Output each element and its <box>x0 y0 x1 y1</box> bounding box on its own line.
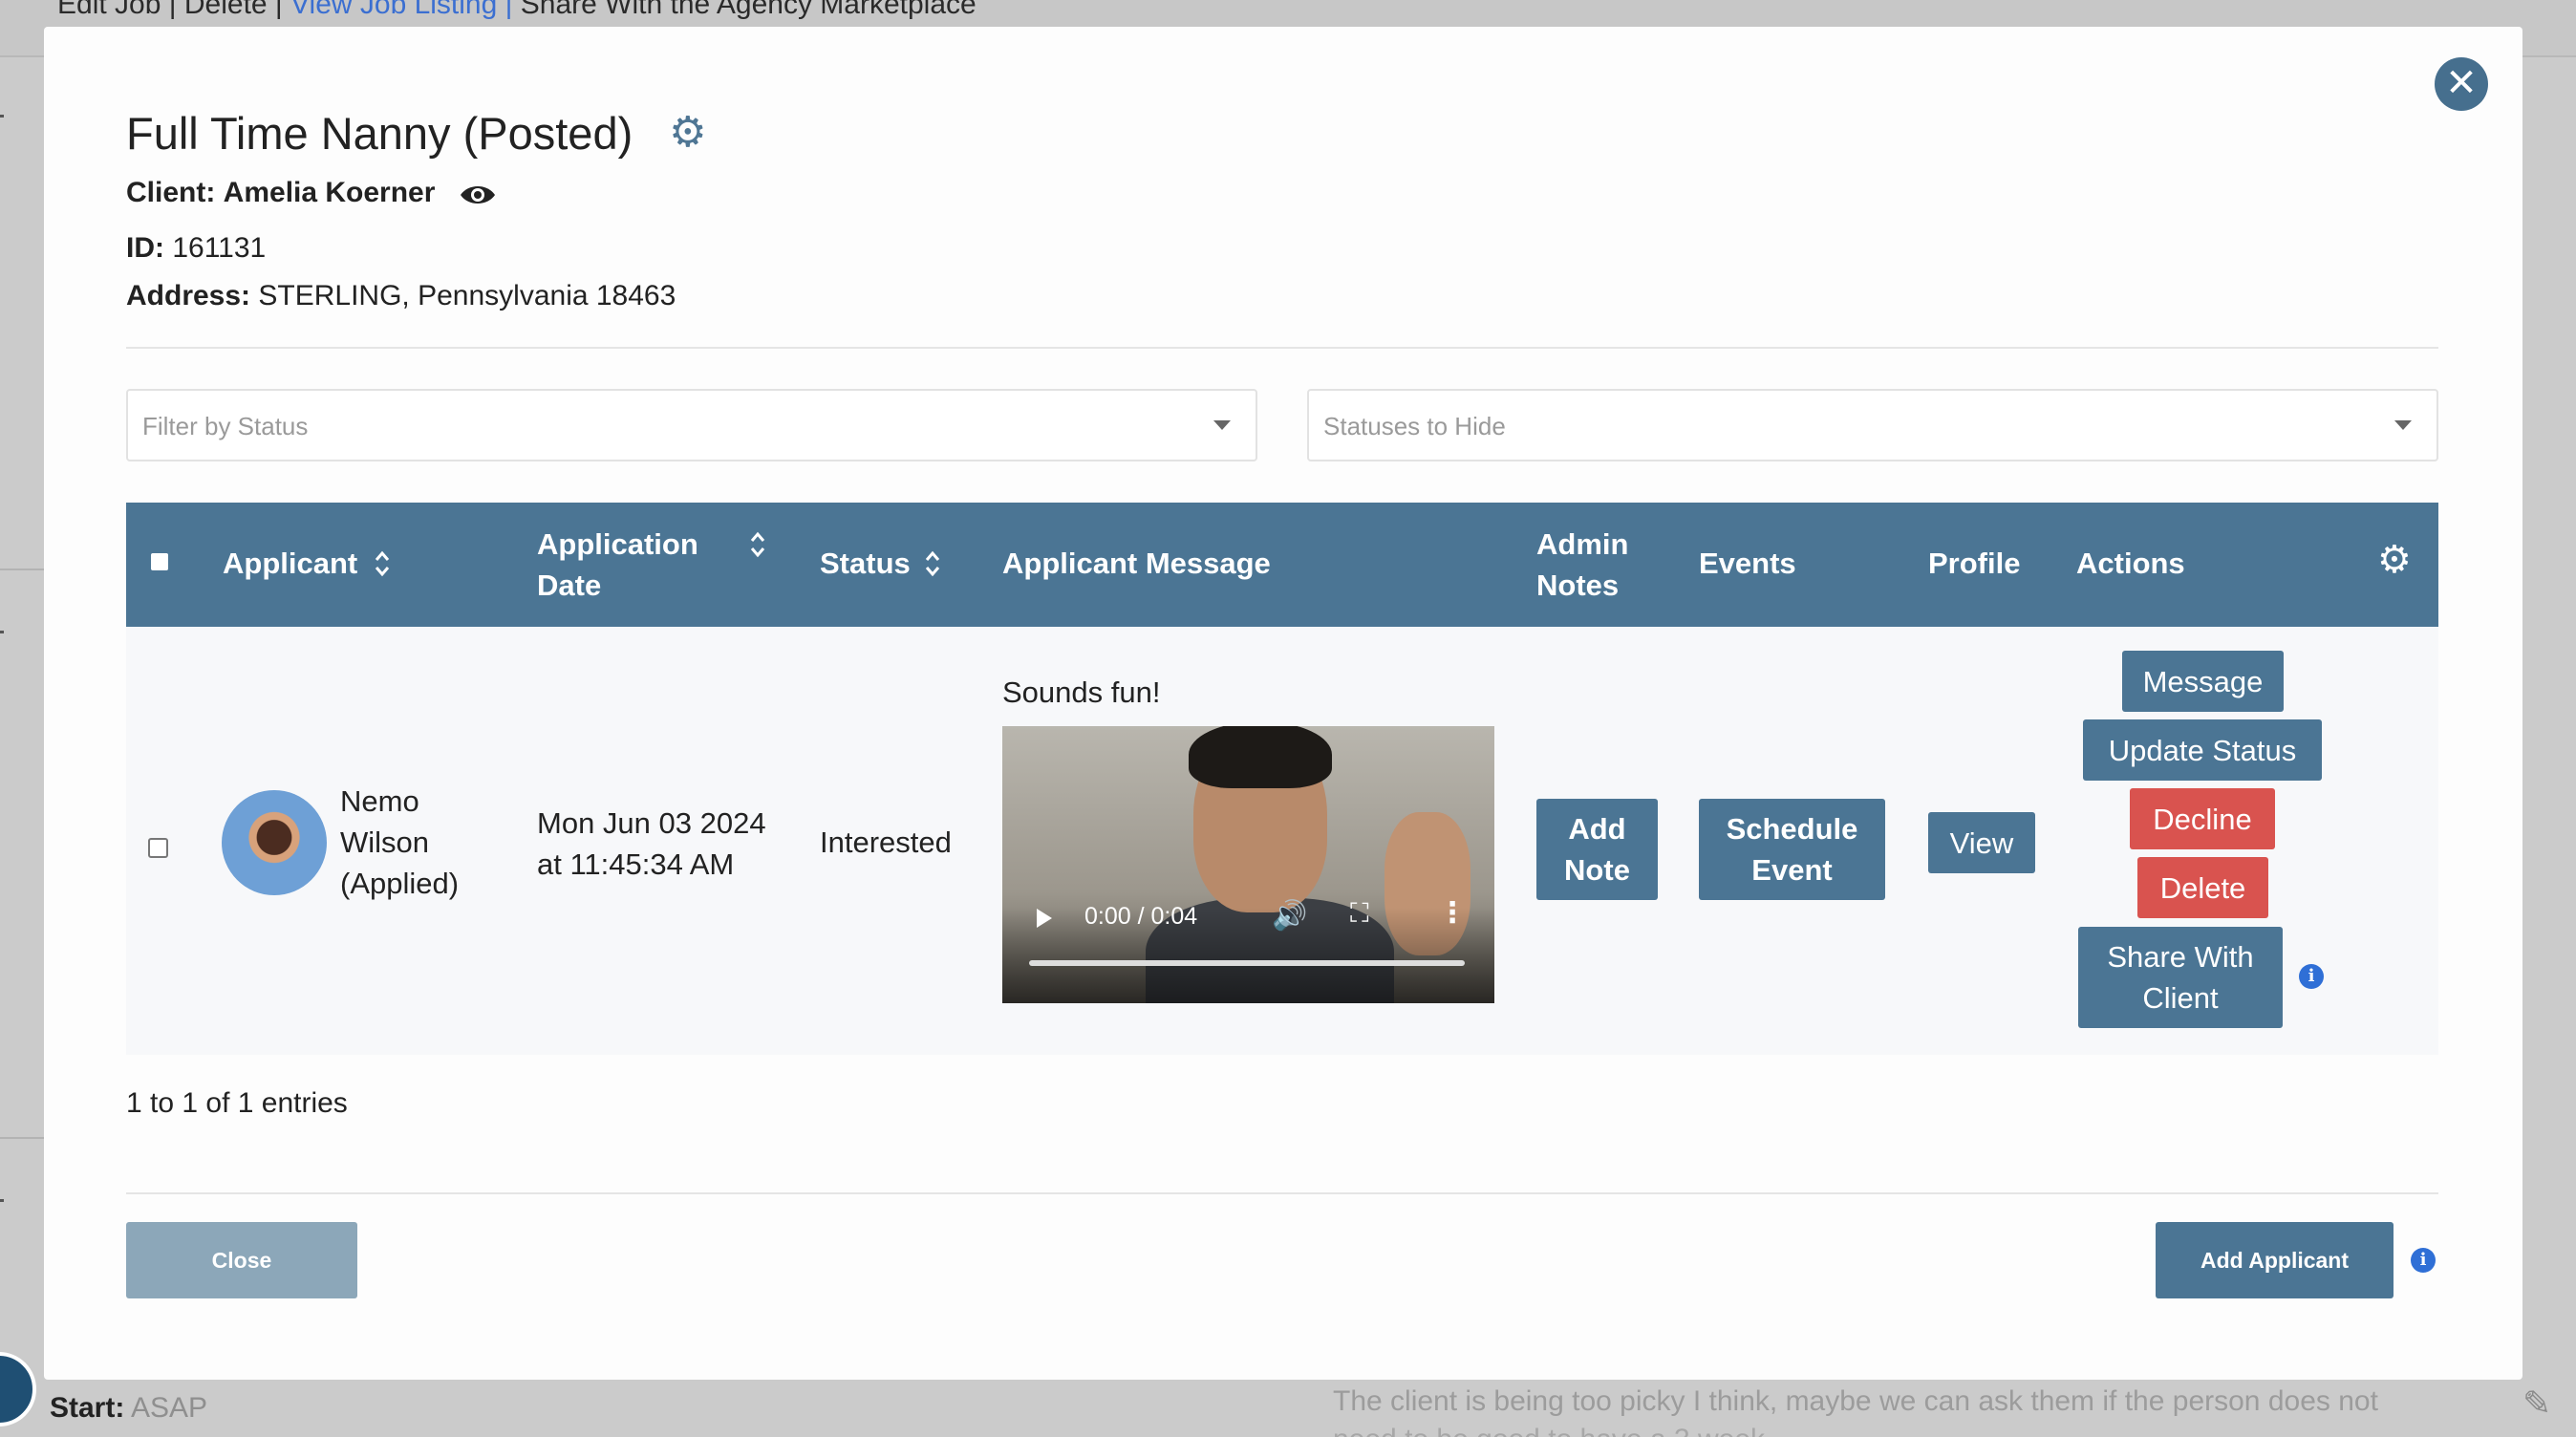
header-profile: Profile <box>1928 547 2021 580</box>
start-label: Start: <box>50 1392 125 1424</box>
applicant-name-l3: (Applied) <box>340 867 460 900</box>
application-date: Mon Jun 03 2024 at 11:45:34 AM <box>537 803 766 885</box>
applicant-name[interactable]: Nemo Wilson (Applied) <box>340 781 459 904</box>
pencil-icon[interactable]: ✎ <box>2522 1383 2551 1424</box>
background-tick <box>0 1199 4 1202</box>
address-line: Address: STERLING, Pennsylvania 18463 <box>126 280 676 312</box>
delete-button[interactable]: Delete <box>2137 857 2268 918</box>
client-line: Client: Amelia Koerner <box>126 177 435 209</box>
header-application-date-l1: Application <box>537 527 698 561</box>
share-with-client-button[interactable]: Share With Client <box>2078 927 2283 1028</box>
applicant-video[interactable]: 0:00 / 0:04 🔊 ⛶ ⋮ <box>1002 726 1494 1003</box>
address-label: Address: <box>126 280 251 311</box>
background-note: The client is being too picky I think, m… <box>1333 1385 2378 1417</box>
application-date-l1: Mon Jun 03 2024 <box>537 806 766 840</box>
job-title: Full Time Nanny (Posted) <box>126 108 633 159</box>
id-value: 161131 <box>172 232 267 264</box>
view-job-listing-link[interactable]: View Job Listing <box>290 0 497 20</box>
volume-icon[interactable]: 🔊 <box>1272 899 1307 933</box>
share-with-client-l2: Client <box>2142 981 2219 1015</box>
header-events: Events <box>1699 547 1796 580</box>
header-application-date-l2: Date <box>537 568 602 602</box>
footer-divider <box>126 1192 2438 1194</box>
background-tick <box>0 115 4 118</box>
application-date-l2: at 11:45:34 AM <box>537 847 735 881</box>
eye-icon[interactable] <box>459 182 497 208</box>
client-label: Client: <box>126 177 216 208</box>
applicant-message: Sounds fun! <box>1002 676 1161 709</box>
share-marketplace-link[interactable]: Share With the Agency Marketplace <box>521 0 977 20</box>
add-note-button[interactable]: Add Note <box>1536 799 1658 900</box>
background-divider <box>0 568 44 570</box>
add-applicant-button[interactable]: Add Applicant <box>2156 1222 2394 1298</box>
header-admin-notes: Admin Notes <box>1536 524 1628 606</box>
filter-by-status-select[interactable]: Filter by Status <box>126 389 1257 461</box>
schedule-event-l1: Schedule <box>1726 812 1858 846</box>
background-divider <box>0 1137 44 1139</box>
chevron-down-icon <box>1213 420 1231 430</box>
message-button[interactable]: Message <box>2122 651 2284 712</box>
info-icon[interactable]: i <box>2411 1248 2436 1273</box>
close-button[interactable]: Close <box>126 1222 357 1298</box>
entries-count: 1 to 1 of 1 entries <box>126 1087 348 1119</box>
header-admin-notes-l2: Notes <box>1536 568 1620 602</box>
status-value: Interested <box>820 826 952 859</box>
applicant-name-l1: Nemo <box>340 784 419 818</box>
close-icon[interactable]: ✕ <box>2435 57 2488 111</box>
add-note-l2: Note <box>1564 853 1630 887</box>
select-all-checkbox[interactable] <box>151 553 168 570</box>
header-admin-notes-l1: Admin <box>1536 527 1629 561</box>
delete-link[interactable]: Delete <box>184 0 268 20</box>
id-label: ID: <box>126 232 164 264</box>
update-status-button[interactable]: Update Status <box>2083 719 2322 781</box>
header-divider <box>126 347 2438 349</box>
info-icon[interactable]: i <box>2299 964 2324 989</box>
header-applicant-message: Applicant Message <box>1002 547 1271 580</box>
link-separator: | <box>161 0 184 20</box>
address-value: STERLING, Pennsylvania 18463 <box>258 280 676 311</box>
client-name: Amelia Koerner <box>223 177 436 208</box>
sort-icon[interactable] <box>924 547 941 581</box>
link-separator: | <box>497 0 521 20</box>
more-options-icon[interactable]: ⋮ <box>1438 896 1467 930</box>
start-value: ASAP <box>131 1392 208 1424</box>
sort-icon[interactable] <box>374 547 391 581</box>
schedule-event-l2: Event <box>1751 853 1833 887</box>
avatar <box>222 790 327 895</box>
video-frame <box>1189 726 1332 788</box>
link-separator: | <box>267 0 291 20</box>
gear-icon[interactable]: ⚙ <box>2377 540 2412 581</box>
background-start: Start: ASAP <box>50 1392 207 1425</box>
share-with-client-l1: Share With <box>2107 940 2254 974</box>
filter-by-status-placeholder: Filter by Status <box>142 412 309 440</box>
background-tick <box>0 631 4 633</box>
header-status[interactable]: Status <box>820 543 911 584</box>
header-actions: Actions <box>2076 547 2185 580</box>
edit-job-link[interactable]: Edit Job <box>57 0 161 20</box>
chevron-down-icon <box>2394 420 2412 430</box>
gear-icon[interactable]: ⚙ <box>669 108 706 157</box>
row-checkbox[interactable] <box>148 838 168 858</box>
statuses-to-hide-placeholder: Statuses to Hide <box>1323 412 1506 440</box>
applicant-name-l2: Wilson <box>340 826 430 859</box>
statuses-to-hide-select[interactable]: Statuses to Hide <box>1307 389 2438 461</box>
background-job-links: Edit Job | Delete | View Job Listing | S… <box>57 0 977 21</box>
decline-button[interactable]: Decline <box>2130 788 2275 849</box>
sort-icon[interactable] <box>749 527 766 562</box>
header-application-date[interactable]: Application Date <box>537 524 698 606</box>
background-note-cont: need to be good to have a 3 week... <box>1333 1424 1789 1437</box>
view-profile-button[interactable]: View <box>1928 812 2035 873</box>
video-controls <box>1002 908 1494 1003</box>
play-icon[interactable] <box>1037 909 1052 928</box>
video-time: 0:00 / 0:04 <box>1084 903 1198 930</box>
header-applicant[interactable]: Applicant <box>223 543 357 584</box>
schedule-event-button[interactable]: Schedule Event <box>1699 799 1885 900</box>
add-note-l1: Add <box>1568 812 1626 846</box>
video-progress-bar[interactable] <box>1029 960 1465 966</box>
fullscreen-icon[interactable]: ⛶ <box>1350 898 1369 930</box>
id-line: ID: 161131 <box>126 232 266 265</box>
